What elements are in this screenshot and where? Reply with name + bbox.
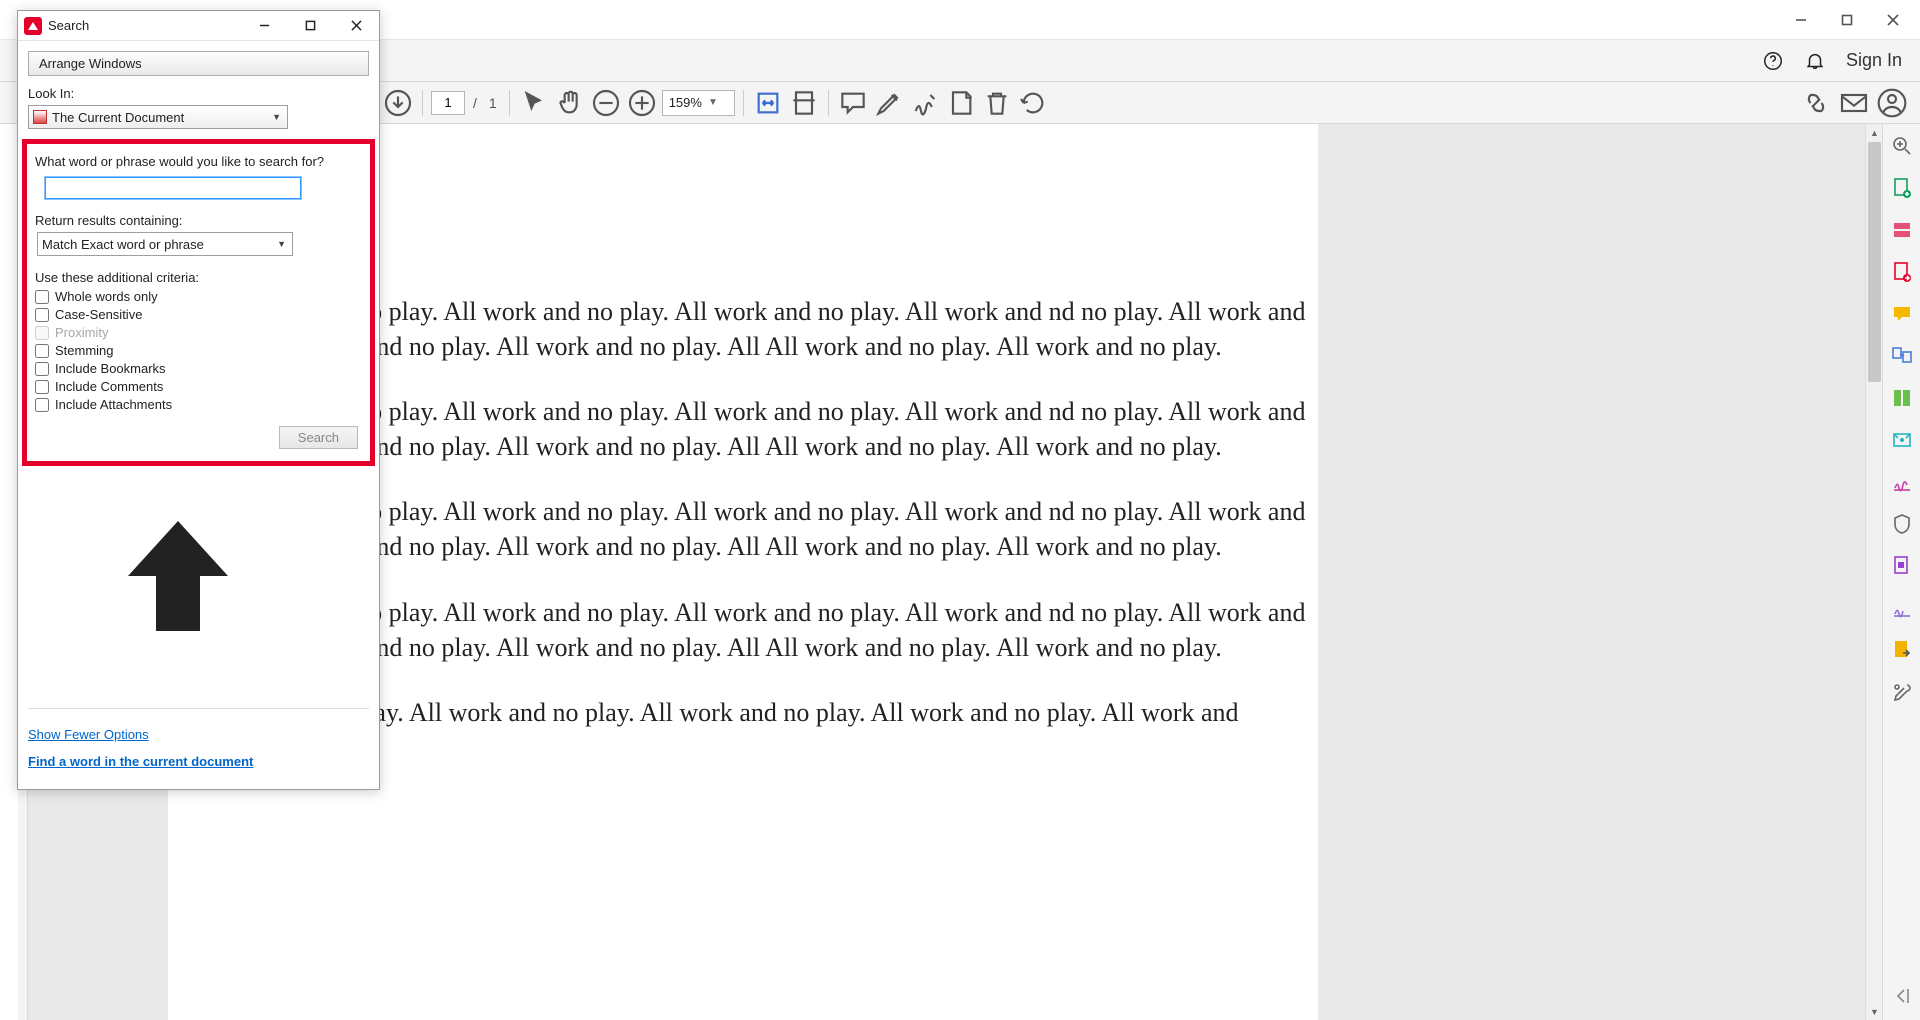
fit-width-icon[interactable] xyxy=(752,87,784,119)
note-out-icon[interactable] xyxy=(1890,638,1914,662)
help-icon[interactable] xyxy=(1762,50,1784,72)
compress-icon[interactable] xyxy=(1890,386,1914,410)
account-icon[interactable] xyxy=(1876,87,1908,119)
search-maximize-button[interactable] xyxy=(287,11,333,41)
rail-collapse-icon[interactable] xyxy=(1890,984,1914,1008)
criteria-case-sensitive[interactable]: Case-Sensitive xyxy=(35,307,362,322)
criteria-list: Whole words only Case-Sensitive Proximit… xyxy=(35,289,362,412)
search-options-highlight: What word or phrase would you like to se… xyxy=(22,139,375,466)
main-close-button[interactable] xyxy=(1870,4,1916,36)
save-icon[interactable] xyxy=(382,87,414,119)
bell-icon[interactable] xyxy=(1804,50,1826,72)
search-pane-icon[interactable] xyxy=(1890,134,1914,158)
search-close-button[interactable] xyxy=(333,11,379,41)
scroll-down-icon[interactable]: ▼ xyxy=(1866,1003,1883,1020)
convert-icon[interactable] xyxy=(1890,554,1914,578)
selection-tool-icon[interactable] xyxy=(518,87,550,119)
search-titlebar[interactable]: Search xyxy=(18,11,379,41)
scroll-thumb[interactable] xyxy=(1868,142,1881,382)
page-total: 1 xyxy=(485,95,501,111)
protect-icon[interactable] xyxy=(1890,512,1914,536)
highlight-icon[interactable] xyxy=(873,87,905,119)
checkbox[interactable] xyxy=(35,398,49,412)
checkbox[interactable] xyxy=(35,290,49,304)
arrange-windows-button[interactable]: Arrange Windows xyxy=(28,51,369,76)
hand-tool-icon[interactable] xyxy=(554,87,586,119)
scroll-up-icon[interactable]: ▲ xyxy=(1866,124,1883,141)
main-minimize-button[interactable] xyxy=(1778,4,1824,36)
rotate-icon[interactable] xyxy=(1017,87,1049,119)
search-query-input[interactable] xyxy=(45,177,301,199)
checkbox[interactable] xyxy=(35,380,49,394)
fit-page-icon[interactable] xyxy=(788,87,820,119)
criteria-stemming[interactable]: Stemming xyxy=(35,343,362,358)
sign-in-link[interactable]: Sign In xyxy=(1846,50,1902,71)
checkbox xyxy=(35,326,49,340)
search-title: Search xyxy=(48,18,89,33)
measure-icon[interactable] xyxy=(1890,596,1914,620)
redact-icon[interactable] xyxy=(1890,428,1914,452)
search-bottom-links: Show Fewer Options Find a word in the cu… xyxy=(28,708,369,781)
chevron-down-icon: ▼ xyxy=(708,97,718,108)
main-maximize-button[interactable] xyxy=(1824,4,1870,36)
toolbar-separator xyxy=(509,90,510,116)
return-results-label: Return results containing: xyxy=(35,213,362,228)
criteria-include-attachments[interactable]: Include Attachments xyxy=(35,397,362,412)
show-fewer-options-link[interactable]: Show Fewer Options xyxy=(28,727,369,742)
checkbox[interactable] xyxy=(35,344,49,358)
fill-sign-icon[interactable] xyxy=(1890,470,1914,494)
toolbar-separator xyxy=(743,90,744,116)
look-in-label: Look In: xyxy=(28,86,369,101)
checkbox[interactable] xyxy=(35,308,49,322)
red-arrow-annotation xyxy=(126,521,230,631)
return-results-value: Match Exact word or phrase xyxy=(42,237,204,252)
zoom-select[interactable]: 159% ▼ xyxy=(662,90,735,116)
more-tools-icon[interactable] xyxy=(1890,680,1914,704)
email-icon[interactable] xyxy=(1838,87,1870,119)
delete-icon[interactable] xyxy=(981,87,1013,119)
zoom-value: 159% xyxy=(669,95,702,110)
checkbox[interactable] xyxy=(35,362,49,376)
pdf-doc-icon xyxy=(33,110,47,124)
chevron-down-icon: ▼ xyxy=(272,112,281,122)
zoom-out-icon[interactable] xyxy=(590,87,622,119)
criteria-include-bookmarks[interactable]: Include Bookmarks xyxy=(35,361,362,376)
stamp-icon[interactable] xyxy=(945,87,977,119)
comment-pane-icon[interactable] xyxy=(1890,302,1914,326)
organize-icon[interactable] xyxy=(1890,344,1914,368)
chevron-down-icon: ▼ xyxy=(277,239,286,249)
criteria-label: Use these additional criteria: xyxy=(35,270,362,285)
toolbar-separator xyxy=(828,90,829,116)
right-tools-rail xyxy=(1882,124,1920,1020)
edit-pdf-icon[interactable] xyxy=(1890,218,1914,242)
criteria-whole-words[interactable]: Whole words only xyxy=(35,289,362,304)
find-in-document-link[interactable]: Find a word in the current document xyxy=(28,754,369,769)
page-separator: / xyxy=(469,95,481,111)
return-results-select[interactable]: Match Exact word or phrase ▼ xyxy=(37,232,293,256)
criteria-include-comments[interactable]: Include Comments xyxy=(35,379,362,394)
criteria-proximity: Proximity xyxy=(35,325,362,340)
look-in-select[interactable]: The Current Document ▼ xyxy=(28,105,288,129)
export-pdf-icon[interactable] xyxy=(1890,260,1914,284)
acrobat-app-icon xyxy=(24,17,42,35)
comment-icon[interactable] xyxy=(837,87,869,119)
vertical-scrollbar[interactable]: ▲ ▼ xyxy=(1865,124,1882,1020)
zoom-in-icon[interactable] xyxy=(626,87,658,119)
look-in-value: The Current Document xyxy=(52,110,184,125)
create-pdf-icon[interactable] xyxy=(1890,176,1914,200)
search-minimize-button[interactable] xyxy=(241,11,287,41)
search-query-label: What word or phrase would you like to se… xyxy=(35,154,362,169)
page-number-input[interactable] xyxy=(431,91,465,115)
search-dialog: Search Arrange Windows Look In: The Curr… xyxy=(17,10,380,790)
sign-icon[interactable] xyxy=(909,87,941,119)
toolbar-separator xyxy=(422,90,423,116)
search-button[interactable]: Search xyxy=(279,426,358,449)
link-icon[interactable] xyxy=(1800,87,1832,119)
